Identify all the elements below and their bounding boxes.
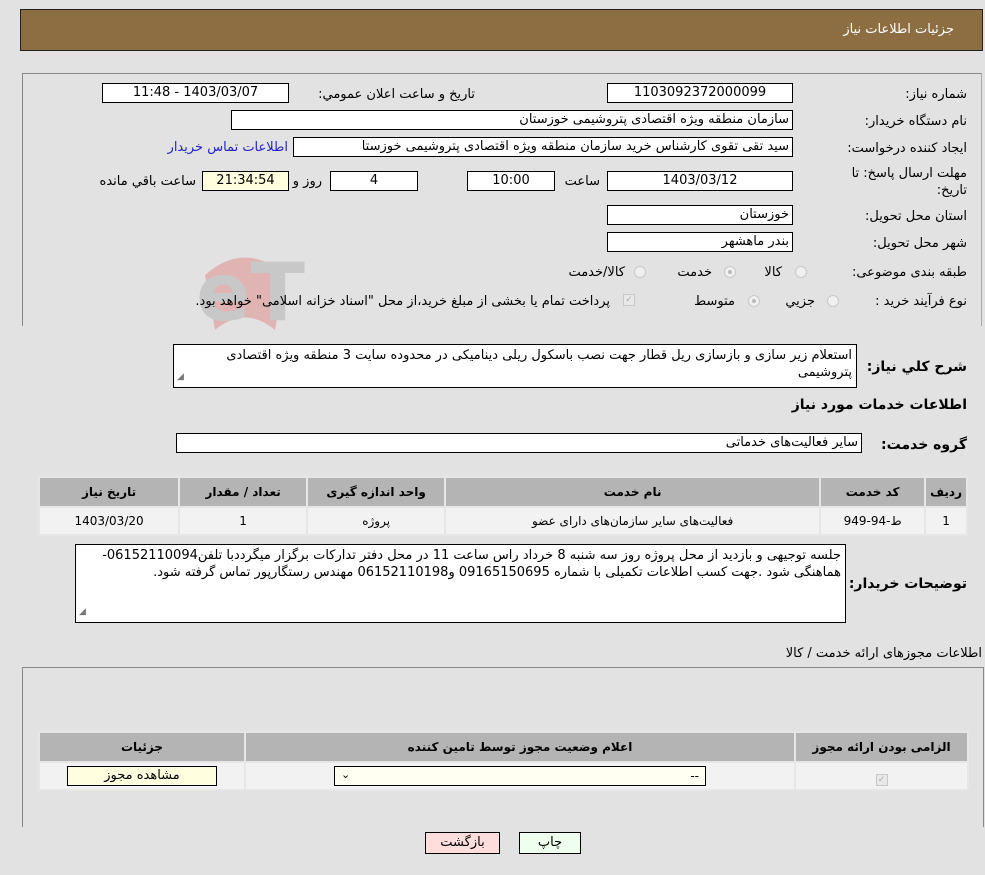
permit-status-value: --: [690, 769, 699, 783]
time-remaining-field: 21:34:54: [202, 171, 289, 191]
permits-table: الزامی بودن ارائه مجوز اعلام وضعیت مجوز …: [38, 731, 969, 791]
service-group-label: گروه خدمت:: [881, 437, 967, 453]
cell-row: 1: [924, 506, 968, 536]
deadline-date-field: 1403/03/12: [607, 171, 793, 191]
announce-datetime-field: 1403/03/07 - 11:48: [102, 83, 289, 103]
col-quantity: تعداد / مقدار: [178, 476, 309, 508]
deadline-label: مهلت ارسال پاسخ: تا تاریخ:: [851, 166, 967, 198]
chevron-down-icon: ⌄: [341, 768, 351, 781]
col-service-code: کد خدمت: [819, 476, 927, 508]
category-radio-goods[interactable]: [795, 266, 807, 278]
cell-service-name: فعالیت‌های سایر سازمان‌های دارای عضو: [444, 506, 822, 536]
treasury-note: پرداخت تمام یا بخشی از مبلغ خرید،از محل …: [195, 294, 610, 309]
service-group-field: سایر فعالیت‌های خدماتی: [176, 433, 862, 453]
summary-textarea[interactable]: استعلام زیر سازی و بازسازی ریل قطار جهت …: [173, 344, 857, 388]
permit-status-select[interactable]: -- ⌄: [334, 766, 706, 786]
purchase-type-option-medium: متوسط: [694, 294, 735, 309]
announce-datetime-label: تاریخ و ساعت اعلان عمومي:: [318, 87, 475, 102]
permits-section-title: اطلاعات مجوزهای ارائه خدمت / کالا: [785, 646, 982, 661]
buyer-notes-label: توضیحات خریدار:: [848, 576, 967, 592]
city-field: بندر ماهشهر: [607, 232, 793, 252]
category-option-goods: کالا: [764, 265, 782, 280]
services-section-title: اطلاعات خدمات مورد نياز: [791, 397, 967, 413]
deadline-time-field: 10:00: [467, 171, 555, 191]
days-remaining-field: 4: [330, 171, 418, 191]
province-field: خوزستان: [607, 205, 793, 225]
buyer-notes-text: جلسه توجیهی و بازدید از محل پروژه روز سه…: [102, 548, 841, 580]
permits-table-header: الزامی بودن ارائه مجوز اعلام وضعیت مجوز …: [38, 731, 969, 763]
cell-permit-status: -- ⌄: [244, 761, 796, 791]
print-button[interactable]: چاپ: [519, 832, 581, 854]
cell-quantity: 1: [178, 506, 309, 536]
requester-field: سید تقی تقوی کارشناس خرید سازمان منطقه و…: [293, 137, 793, 157]
purchase-type-radio-medium[interactable]: [748, 295, 760, 307]
purchase-type-label: نوع فرآیند خرید :: [875, 294, 967, 309]
col-need-date: تاریخ نیاز: [37, 476, 181, 508]
services-table-header: ردیف کد خدمت نام خدمت واحد اندازه گیری ت…: [37, 476, 968, 508]
cell-permit-details: مشاهده مجوز: [38, 761, 246, 791]
col-row: ردیف: [924, 476, 968, 508]
province-label: استان محل تحویل:: [865, 209, 967, 224]
cell-unit: پروژه: [306, 506, 447, 536]
col-unit: واحد اندازه گیری: [306, 476, 447, 508]
resize-grip-icon[interactable]: ◢: [177, 369, 184, 386]
time-remaining-label: ساعت باقي مانده: [99, 174, 196, 189]
page-header: جزئیات اطلاعات نیاز: [20, 9, 983, 51]
purchase-type-radio-minor[interactable]: [827, 295, 839, 307]
purchase-type-option-minor: جزيي: [785, 294, 815, 309]
requester-label: ایجاد کننده درخواست:: [847, 141, 967, 156]
services-table: ردیف کد خدمت نام خدمت واحد اندازه گیری ت…: [37, 476, 968, 536]
treasury-checkbox[interactable]: ✓: [623, 294, 635, 306]
buyer-org-label: نام دستگاه خریدار:: [864, 114, 967, 129]
category-radio-goods-service[interactable]: [634, 266, 646, 278]
cell-service-code: ط-94-949: [819, 506, 927, 536]
city-label: شهر محل تحویل:: [872, 236, 967, 251]
category-option-goods-service: کالا/خدمت: [568, 265, 625, 280]
table-row: 1 ط-94-949 فعالیت‌های سایر سازمان‌های دا…: [37, 506, 968, 536]
days-label: روز و: [292, 174, 322, 189]
cell-need-date: 1403/03/20: [37, 506, 181, 536]
table-row: ✓ -- ⌄ مشاهده مجوز: [38, 761, 969, 791]
need-number-label: شماره نیاز:: [905, 87, 967, 102]
resize-grip-icon[interactable]: ◢: [79, 604, 86, 621]
buyer-org-field: سازمان منطقه ویژه اقتصادی پتروشیمی خوزست…: [231, 110, 793, 130]
col-permit-status: اعلام وضعیت مجوز توسط تامین کننده: [244, 731, 796, 763]
permit-required-checkbox[interactable]: ✓: [875, 773, 888, 786]
category-radio-service[interactable]: [724, 266, 736, 278]
deadline-time-label: ساعت: [564, 174, 600, 189]
col-service-name: نام خدمت: [444, 476, 822, 508]
category-option-service: خدمت: [677, 265, 712, 280]
cell-permit-required: ✓: [794, 761, 969, 791]
buyer-contact-link[interactable]: اطلاعات تماس خریدار: [168, 140, 288, 155]
col-permit-details: جزئیات: [38, 731, 246, 763]
view-permit-button[interactable]: مشاهده مجوز: [67, 766, 217, 786]
summary-label: شرح کلي نياز:: [866, 359, 967, 375]
page-title: جزئیات اطلاعات نیاز: [843, 22, 954, 37]
summary-text: استعلام زیر سازی و بازسازی ریل قطار جهت …: [226, 348, 852, 380]
buyer-notes-textarea[interactable]: جلسه توجیهی و بازدید از محل پروژه روز سه…: [75, 544, 846, 623]
category-label: طبقه بندی موضوعی:: [851, 265, 967, 280]
need-number-field: 1103092372000099: [607, 83, 793, 103]
back-button[interactable]: بازگشت: [425, 832, 500, 854]
col-permit-required: الزامی بودن ارائه مجوز: [794, 731, 969, 763]
